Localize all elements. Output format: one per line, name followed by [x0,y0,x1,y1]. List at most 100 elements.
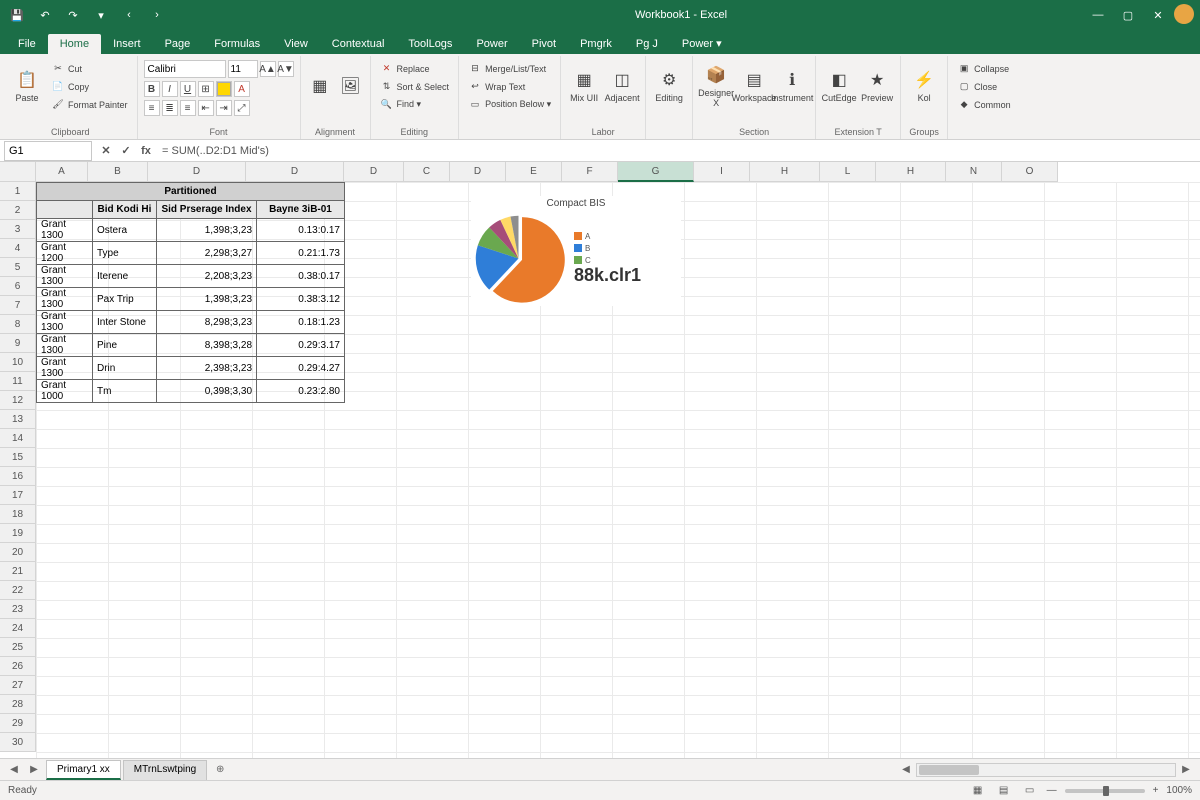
kot-button[interactable]: ⚡Kol [907,60,941,112]
row-header[interactable]: 2 [0,201,36,220]
instrument-button[interactable]: ℹInstrument [775,60,809,112]
adjacent-button[interactable]: ◫Adjacent [605,60,639,112]
row-header[interactable]: 29 [0,714,36,733]
row-header[interactable]: 27 [0,676,36,695]
cut-button[interactable]: ✂Cut [48,60,131,77]
row-header[interactable]: 6 [0,277,36,296]
column-header[interactable]: D [450,162,506,182]
indent-inc-button[interactable]: ⇥ [216,100,232,116]
close-group-button[interactable]: ▢Close [954,78,1014,95]
nav-fwd-icon[interactable]: › [146,4,168,26]
column-header[interactable]: G [618,162,694,182]
mixui-button[interactable]: ▦Mix UII [567,60,601,112]
editing-button[interactable]: ⚙Editing [652,60,686,112]
column-header[interactable]: H [750,162,820,182]
gallery-button[interactable]: ▦ [307,60,334,112]
row-header[interactable]: 14 [0,429,36,448]
column-header[interactable]: H [876,162,946,182]
view-break-button[interactable]: ▭ [1021,783,1039,799]
column-header[interactable]: C [404,162,450,182]
column-header[interactable]: O [1002,162,1058,182]
row-header[interactable]: 26 [0,657,36,676]
replace-button[interactable]: ✕Replace [377,60,453,77]
bold-button[interactable]: B [144,81,160,97]
find-button[interactable]: 🔍Find ▾ [377,96,453,113]
font-name-select[interactable] [144,60,226,78]
designer-button[interactable]: 📦Designer X [699,60,733,112]
column-header[interactable]: F [562,162,618,182]
data-table[interactable]: PartitionedBid Kodi НіSid Prserage Index… [36,182,345,403]
preview-button[interactable]: ★Preview [860,60,894,112]
grow-font-button[interactable]: A▲ [260,61,276,77]
hscroll-left-icon[interactable]: ◀ [898,762,914,778]
zoom-minus-button[interactable]: — [1047,785,1057,796]
position-button[interactable]: ▭Position Below ▾ [465,96,554,113]
column-header[interactable]: D [148,162,246,182]
fx-button[interactable]: fx [136,141,156,161]
column-header[interactable]: E [506,162,562,182]
row-header[interactable]: 25 [0,638,36,657]
row-header[interactable]: 24 [0,619,36,638]
workspace-button[interactable]: ▤Workspace [737,60,771,112]
column-header[interactable]: A [36,162,88,182]
select-all-corner[interactable] [0,162,36,182]
window-min-button[interactable]: — [1084,4,1112,26]
zoom-plus-button[interactable]: + [1153,785,1159,796]
copy-button[interactable]: 📄Copy [48,78,131,95]
underline-button[interactable]: U [180,81,196,97]
zoom-thumb[interactable] [1103,786,1109,796]
ribbon-tab-formulas[interactable]: Formulas [202,34,272,54]
redo-icon[interactable]: ↷ [62,4,84,26]
window-close-button[interactable]: ✕ [1144,4,1172,26]
italic-button[interactable]: I [162,81,178,97]
view-layout-button[interactable]: ▤ [995,783,1013,799]
indent-dec-button[interactable]: ⇤ [198,100,214,116]
nav-back-icon[interactable]: ‹ [118,4,140,26]
ribbon-tab-view[interactable]: View [272,34,320,54]
sort-button[interactable]: ⇅Sort & Select [377,78,453,95]
row-header[interactable]: 15 [0,448,36,467]
undo-icon[interactable]: ↶ [34,4,56,26]
row-header[interactable]: 11 [0,372,36,391]
ribbon-tab-home[interactable]: Home [48,34,101,54]
pie-chart[interactable]: Compact BIS ABC 88k.clr1 [471,196,681,306]
row-header[interactable]: 7 [0,296,36,315]
qat-more-icon[interactable]: ▾ [90,4,112,26]
formula-input[interactable]: = SUM(..D2:D1 Mid's) [156,145,1200,157]
font-color-button[interactable]: A [234,81,250,97]
row-header[interactable]: 4 [0,239,36,258]
picture-button[interactable]: 🖼 [337,60,364,112]
row-header[interactable]: 30 [0,733,36,752]
row-header[interactable]: 20 [0,543,36,562]
cutedge-button[interactable]: ◧CutEdge [822,60,856,112]
save-icon[interactable]: 💾 [6,4,28,26]
row-header[interactable]: 17 [0,486,36,505]
ribbon-tab-pivot[interactable]: Pivot [520,34,568,54]
row-header[interactable]: 10 [0,353,36,372]
shrink-font-button[interactable]: A▼ [278,61,294,77]
ribbon-tab-insert[interactable]: Insert [101,34,153,54]
column-header[interactable]: D [344,162,404,182]
wrap-button[interactable]: ↩Wrap Text [465,78,554,95]
column-header[interactable]: L [820,162,876,182]
row-header[interactable]: 19 [0,524,36,543]
ribbon-tab-toollogs[interactable]: ToolLogs [396,34,464,54]
paste-button[interactable]: 📋 Paste [10,60,44,112]
name-box[interactable]: G1 [4,141,92,161]
horizontal-scrollbar[interactable] [916,763,1176,777]
row-header[interactable]: 5 [0,258,36,277]
row-header[interactable]: 8 [0,315,36,334]
row-header[interactable]: 18 [0,505,36,524]
sheet-nav-next-icon[interactable]: ▶ [26,762,42,778]
align-left-button[interactable]: ≡ [144,100,160,116]
row-header[interactable]: 16 [0,467,36,486]
row-header[interactable]: 28 [0,695,36,714]
row-header[interactable]: 21 [0,562,36,581]
scroll-thumb[interactable] [919,765,979,775]
column-header[interactable]: I [694,162,750,182]
sheet-tab[interactable]: MTrnLswtping [123,760,207,780]
align-center-button[interactable]: ≣ [162,100,178,116]
sheet-tab[interactable]: Primary1 xx [46,760,121,780]
sheet-nav-prev-icon[interactable]: ◀ [6,762,22,778]
column-header[interactable]: B [88,162,148,182]
